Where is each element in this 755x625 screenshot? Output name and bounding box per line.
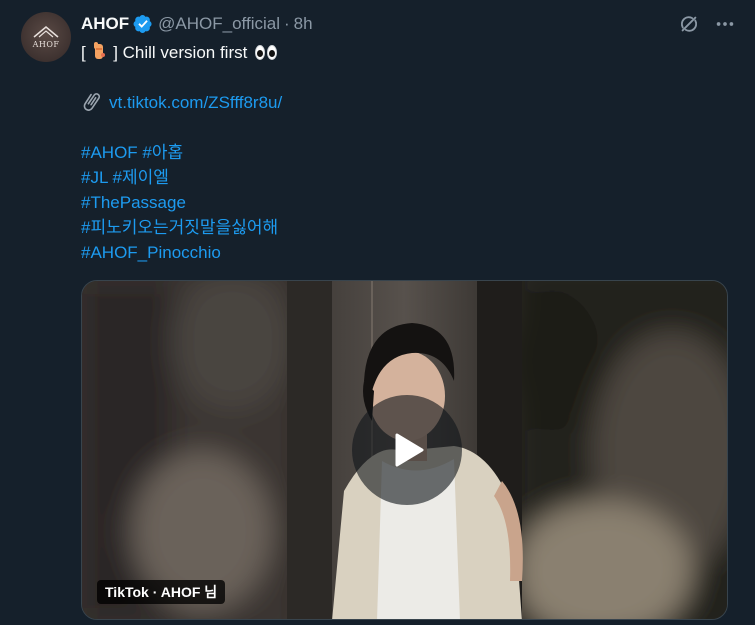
header-separator: · xyxy=(284,14,290,33)
more-icon[interactable] xyxy=(713,12,737,36)
avatar[interactable]: AHOF xyxy=(21,12,71,62)
author-handle[interactable]: @AHOF_official xyxy=(158,14,280,34)
hashtag-line[interactable]: #AHOF_Pinocchio xyxy=(81,240,282,265)
header-actions xyxy=(677,12,737,36)
hashtag-line[interactable]: #JL #제이엘 xyxy=(81,165,282,190)
eyes-emoji-icon xyxy=(255,45,278,60)
tweet-line-1-text: ] Chill version first xyxy=(113,43,248,62)
tiktok-link[interactable]: vt.tiktok.com/ZSfff8r8u/ xyxy=(109,93,282,112)
hashtag-line[interactable]: #피노키오는거짓말을싫어해 xyxy=(81,215,282,240)
display-name[interactable]: AHOF xyxy=(81,14,129,34)
avatar-logo-icon xyxy=(33,26,59,38)
tweet[interactable]: AHOF AHOF @AHOF_official · 8h [] Chill … xyxy=(0,0,755,625)
hashtag-line[interactable]: #AHOF #아홉 xyxy=(81,140,282,165)
bracket-open: [ xyxy=(81,43,86,62)
grok-icon[interactable] xyxy=(677,12,701,36)
play-icon xyxy=(395,433,424,467)
verified-badge-icon[interactable] xyxy=(133,14,153,34)
avatar-logo-text: AHOF xyxy=(32,40,60,49)
call-me-hand-emoji-icon xyxy=(94,42,106,59)
play-button[interactable] xyxy=(352,395,462,505)
tweet-timestamp[interactable]: 8h xyxy=(294,14,313,34)
tweet-header: AHOF @AHOF_official · 8h xyxy=(81,13,313,35)
media-source-badge: TikTok · AHOF 님 xyxy=(97,580,226,604)
tweet-line-1: [ ] Chill version first xyxy=(81,40,282,65)
hashtag-line[interactable]: #ThePassage xyxy=(81,190,282,215)
tweet-text: [ ] Chill version first vt.tiktok.com/ZS… xyxy=(81,40,282,265)
paperclip-icon xyxy=(83,93,101,111)
video-thumbnail[interactable]: TikTok · AHOF 님 xyxy=(81,280,728,620)
tweet-link-line: vt.tiktok.com/ZSfff8r8u/ xyxy=(81,90,282,115)
